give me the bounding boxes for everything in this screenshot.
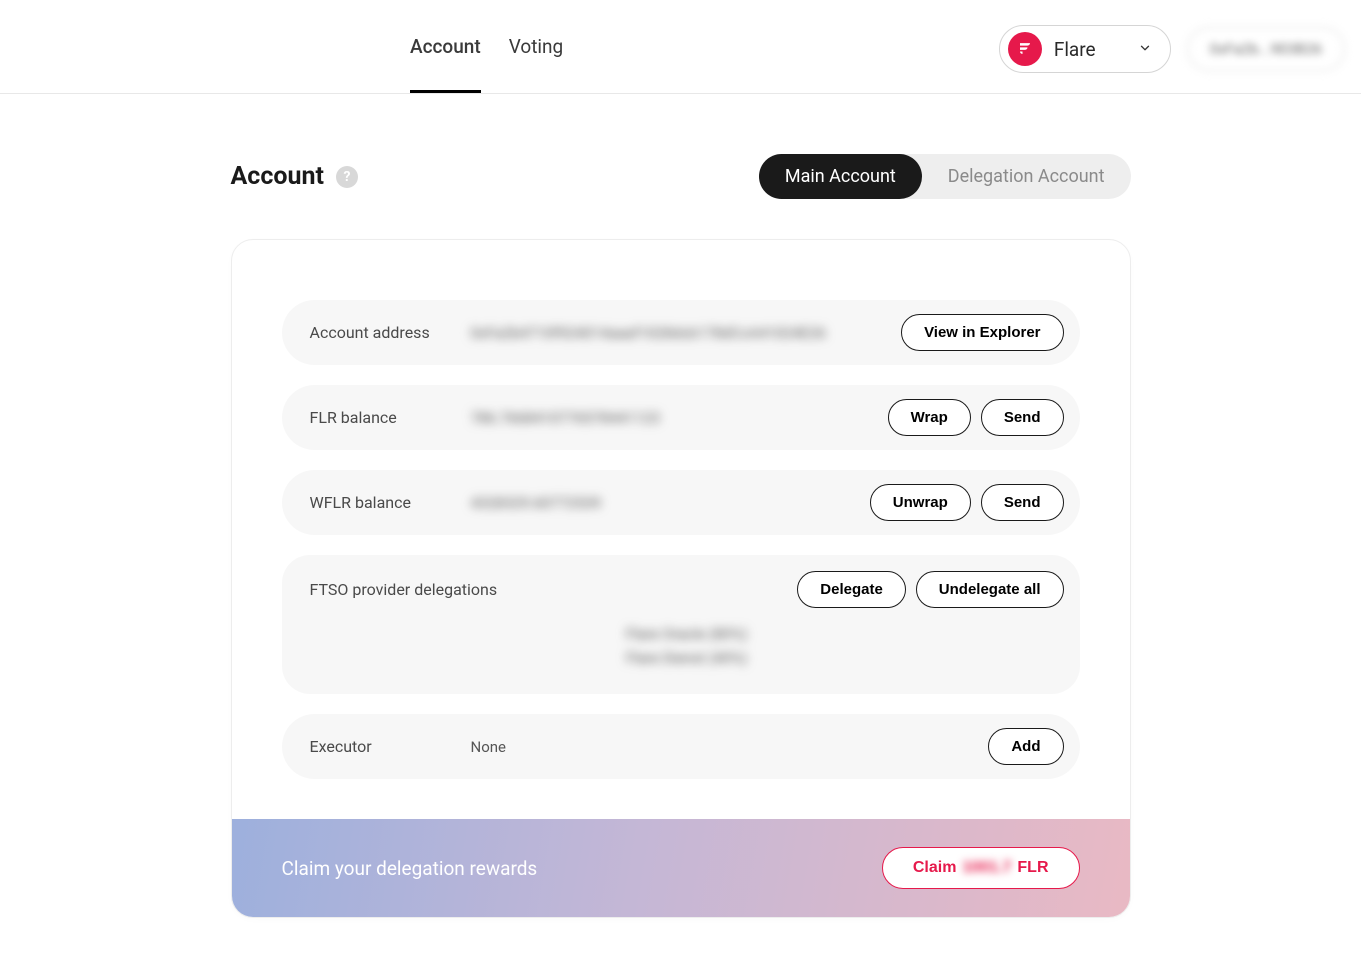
wrap-button[interactable]: Wrap [888, 399, 971, 436]
wallet-button[interactable]: 0xFa2b...9E0B26 [1187, 27, 1345, 71]
delegations-list: Flare Oracle (80%) Flare Dienst (40%) [310, 622, 1064, 670]
claim-bar: Claim your delegation rewards Claim 1001… [232, 819, 1130, 917]
undelegate-all-button[interactable]: Undelegate all [916, 571, 1064, 608]
top-nav: Account Voting [410, 1, 563, 93]
help-icon[interactable]: ? [336, 166, 358, 188]
label-account-address: Account address [310, 323, 455, 342]
label-ftso-delegations: FTSO provider delegations [310, 580, 782, 599]
label-flr-balance: FLR balance [310, 408, 455, 427]
claim-button[interactable]: Claim 1001.7 FLR [882, 847, 1080, 889]
delegate-button[interactable]: Delegate [797, 571, 906, 608]
nav-voting[interactable]: Voting [509, 1, 564, 93]
add-executor-button[interactable]: Add [988, 728, 1063, 765]
unwrap-button[interactable]: Unwrap [870, 484, 971, 521]
send-wflr-button[interactable]: Send [981, 484, 1064, 521]
row-ftso-delegations: FTSO provider delegations Delegate Undel… [282, 555, 1080, 694]
network-name: Flare [1054, 38, 1096, 61]
account-segmented-control: Main Account Delegation Account [759, 154, 1131, 199]
label-executor: Executor [310, 737, 455, 756]
page-title: Account [231, 162, 324, 191]
tab-delegation-account[interactable]: Delegation Account [922, 154, 1131, 199]
nav-account[interactable]: Account [410, 1, 481, 93]
list-item: Flare Dienst (40%) [310, 646, 1064, 670]
value-account-address: 0xFa2b4710f924014aaaf1028dcb178dCcA41024… [471, 324, 886, 342]
row-flr-balance: FLR balance 786.7668410776578441123 Wrap… [282, 385, 1080, 450]
chevron-down-icon [1138, 40, 1152, 59]
value-wflr-balance: 4328329.60772539 [471, 494, 854, 512]
account-card: Account address 0xFa2b4710f924014aaaf102… [231, 239, 1131, 918]
network-selector[interactable]: Flare [999, 25, 1171, 73]
list-item: Flare Oracle (80%) [310, 622, 1064, 646]
value-executor: None [471, 738, 973, 756]
row-executor: Executor None Add [282, 714, 1080, 779]
flare-logo-icon [1008, 32, 1042, 66]
tab-main-account[interactable]: Main Account [759, 154, 922, 199]
label-wflr-balance: WFLR balance [310, 493, 455, 512]
view-in-explorer-button[interactable]: View in Explorer [901, 314, 1063, 351]
value-flr-balance: 786.7668410776578441123 [471, 409, 872, 427]
row-wflr-balance: WFLR balance 4328329.60772539 Unwrap Sen… [282, 470, 1080, 535]
row-account-address: Account address 0xFa2b4710f924014aaaf102… [282, 300, 1080, 365]
send-flr-button[interactable]: Send [981, 399, 1064, 436]
claim-text: Claim your delegation rewards [282, 857, 538, 880]
